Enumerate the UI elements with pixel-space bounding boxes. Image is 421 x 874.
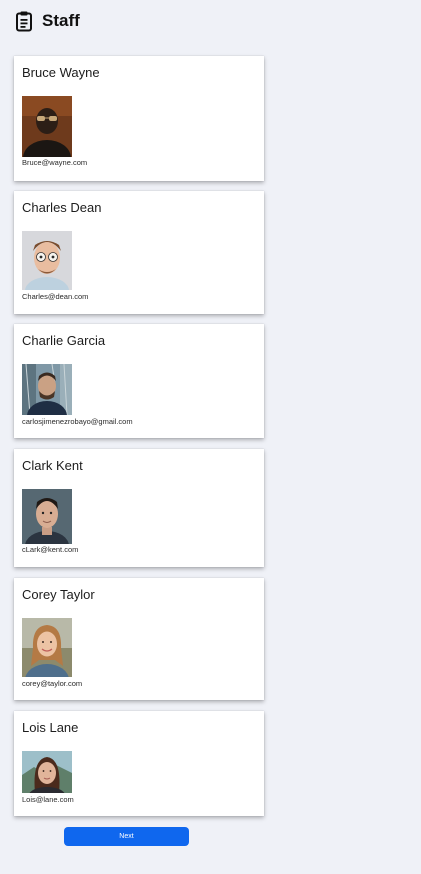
staff-name: Charlie Garcia [22,333,106,348]
staff-card[interactable]: Charlie Garcia carlosjimenezrobayo@gmail… [14,324,264,438]
staff-photo [22,489,72,544]
staff-name: Lois Lane [22,720,79,735]
staff-name: Bruce Wayne [22,65,100,80]
clipboard-icon [14,10,34,32]
staff-card[interactable]: Lois Lane Lois@lane.com [14,711,264,816]
page-header: Staff [14,10,80,32]
staff-name: Charles Dean [22,200,102,215]
staff-photo [22,618,72,677]
staff-email: Lois@lane.com [22,795,74,804]
staff-card[interactable]: Bruce Wayne Bruce@wayne.com [14,56,264,181]
staff-photo [22,96,72,157]
page-title: Staff [42,11,80,30]
staff-photo [22,231,72,290]
staff-name: Corey Taylor [22,587,95,602]
staff-email: carlosjimenezrobayo@gmail.com [22,417,133,426]
staff-email: corey@taylor.com [22,679,83,688]
staff-photo [22,751,72,793]
staff-card[interactable]: Corey Taylor corey@taylor.com [14,578,264,700]
next-button[interactable]: Next [64,827,189,846]
staff-email: cLark@kent.com [22,545,79,554]
staff-name: Clark Kent [22,458,83,473]
staff-card[interactable]: Charles Dean Charles@dean.com [14,191,264,314]
staff-email: Bruce@wayne.com [22,158,88,167]
staff-photo [22,364,72,415]
staff-card[interactable]: Clark Kent cLark@kent.com [14,449,264,567]
staff-email: Charles@dean.com [22,292,89,301]
